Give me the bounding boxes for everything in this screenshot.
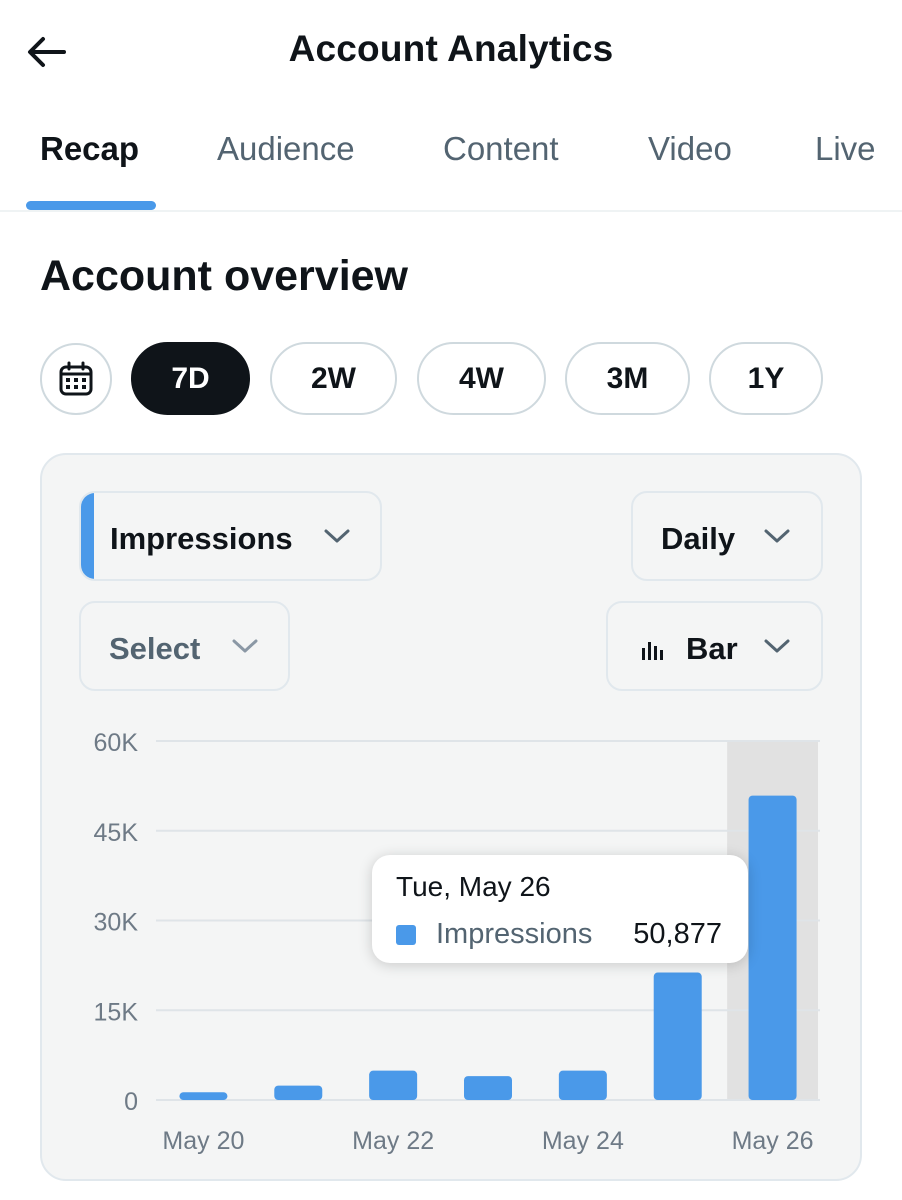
bar xyxy=(464,1076,512,1100)
x-tick-label: May 20 xyxy=(162,1127,244,1155)
y-tick-label: 30K xyxy=(94,909,139,937)
bar xyxy=(558,1070,607,1100)
tooltip-date: Tue, May 26 xyxy=(396,871,551,902)
tooltip-value: 50,877 xyxy=(633,918,722,950)
impressions-bar-chart: 0 15K 30K 45K 60K May 20 May 22 May 24 May 26 xyxy=(94,729,820,1155)
x-tick-label: May 24 xyxy=(542,1127,624,1155)
x-tick-label: May 22 xyxy=(352,1127,434,1155)
x-tick-label: May 26 xyxy=(732,1127,814,1155)
bar xyxy=(653,972,702,1100)
chart-tooltip: Tue, May 26 Impressions 50,877 xyxy=(372,855,748,963)
tooltip-series-swatch xyxy=(396,925,416,945)
y-tick-label: 45K xyxy=(94,819,139,847)
bar xyxy=(369,1070,418,1100)
bar xyxy=(179,1092,228,1100)
y-tick-label: 0 xyxy=(124,1088,138,1116)
tooltip-series-label: Impressions xyxy=(436,918,593,950)
y-tick-label: 15K xyxy=(94,998,139,1026)
y-tick-label: 60K xyxy=(94,729,139,757)
bar xyxy=(748,795,797,1100)
bar xyxy=(274,1085,323,1100)
